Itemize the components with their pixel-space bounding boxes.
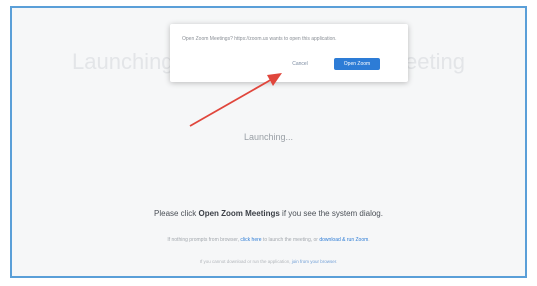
open-zoom-meetings-button[interactable]: Open Zoom Meetings: [334, 58, 380, 79]
instruction-bold: Open Zoom Meetings: [198, 209, 280, 218]
screenshot-frame: Launching Me ar Meeting Open Zoom Meetin…: [10, 6, 527, 278]
instruction-prefix: Please click: [154, 209, 199, 218]
instruction-text: Please click Open Zoom Meetings if you s…: [12, 209, 525, 218]
click-here-link[interactable]: click here: [240, 237, 261, 243]
links-middle: to launch the meeting, or: [261, 237, 320, 243]
footer-suffix: .: [336, 259, 338, 264]
open-app-dialog: Open Zoom Meetings? https://zoom.us want…: [170, 24, 408, 82]
launch-options-line: If nothing prompts from browser, click h…: [12, 237, 525, 243]
download-run-zoom-link[interactable]: download & run Zoom: [319, 237, 368, 243]
links-suffix: .: [368, 237, 370, 243]
cancel-button[interactable]: Cancel: [278, 58, 322, 70]
browser-join-line: If you cannot download or run the applic…: [12, 259, 525, 264]
instruction-suffix: if you see the system dialog.: [279, 209, 383, 218]
dialog-message: Open Zoom Meetings? https://zoom.us want…: [182, 36, 337, 42]
launching-status: Launching...: [243, 132, 294, 142]
links-prefix: If nothing prompts from browser,: [167, 237, 241, 243]
footer-prefix: If you cannot download or run the applic…: [199, 259, 292, 264]
join-from-browser-link[interactable]: join from your browser: [292, 259, 336, 264]
